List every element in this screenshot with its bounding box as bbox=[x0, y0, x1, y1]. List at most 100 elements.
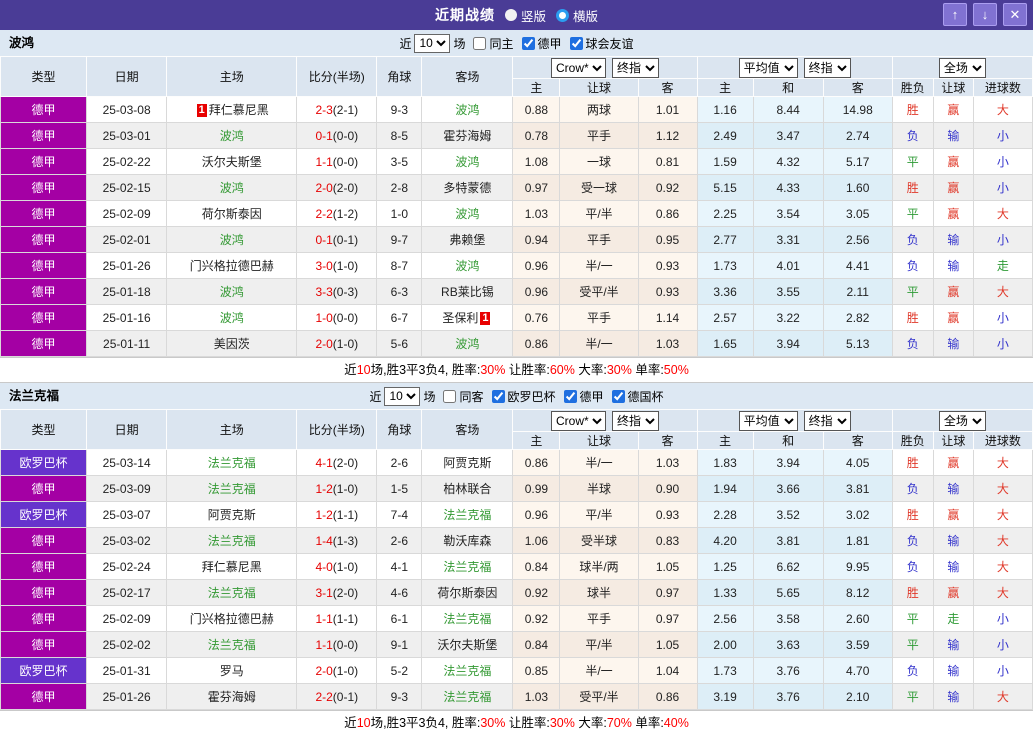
home-team-cell: 法兰克福 bbox=[167, 580, 297, 606]
corner-cell: 9-1 bbox=[377, 632, 422, 658]
away-odds-cell: 1.04 bbox=[638, 658, 697, 684]
radio-option-vertical[interactable]: 竖版 bbox=[505, 6, 546, 25]
score-cell: 4-0(1-0) bbox=[297, 554, 377, 580]
odds-time-select[interactable]: 终指 bbox=[612, 58, 659, 78]
home-odds-cell: 0.84 bbox=[513, 554, 560, 580]
move-up-button[interactable]: ↑ bbox=[943, 3, 967, 26]
avg-draw-cell: 4.01 bbox=[753, 253, 823, 279]
odds-company-select[interactable]: Crow* bbox=[551, 58, 606, 78]
summary-segment: 大率: bbox=[575, 716, 607, 730]
avg-away-cell: 2.74 bbox=[823, 123, 892, 149]
odds-time-select[interactable]: 终指 bbox=[612, 411, 659, 431]
move-down-button[interactable]: ↓ bbox=[973, 3, 997, 26]
away-team-name: 荷尔斯泰因 bbox=[437, 586, 497, 600]
summary-segment: 让胜率: bbox=[505, 716, 549, 730]
handicap-cell: 平手 bbox=[560, 123, 638, 149]
avg-home-cell: 2.25 bbox=[697, 201, 753, 227]
table-header: 类型日期主场比分(半场)角球客场Crow*终指平均值终指全场主让球客主和客胜负让… bbox=[1, 57, 1033, 97]
match-row: 欧罗巴杯25-03-14法兰克福4-1(2-0)2-6阿贾克斯0.86半/一1.… bbox=[1, 450, 1033, 476]
home-odds-cell: 0.92 bbox=[513, 606, 560, 632]
corner-cell: 4-6 bbox=[377, 580, 422, 606]
filter-checkbox-label: 同主 bbox=[489, 35, 513, 52]
odds-company-select[interactable]: Crow* bbox=[551, 411, 606, 431]
summary-segment: 10 bbox=[357, 363, 371, 377]
home-team-cell: 波鸿 bbox=[167, 123, 297, 149]
section-controls-row: 法兰克福近10场同客欧罗巴杯德甲德国杯 bbox=[0, 383, 1033, 409]
away-team-name: 波鸿 bbox=[455, 103, 479, 117]
col-header-corner: 角球 bbox=[377, 410, 422, 450]
away-team-name: 法兰克福 bbox=[443, 560, 491, 574]
goals-cell: 大 bbox=[973, 554, 1032, 580]
avg-away-cell: 2.11 bbox=[823, 279, 892, 305]
home-team-name: 拜仁慕尼黑 bbox=[202, 560, 262, 574]
date-cell: 25-01-11 bbox=[87, 331, 167, 357]
radio-option-horizontal[interactable]: 横版 bbox=[556, 6, 598, 25]
filter-checkbox-德甲[interactable] bbox=[522, 37, 535, 50]
close-button[interactable]: ✕ bbox=[1003, 3, 1027, 26]
matches-label: 场 bbox=[423, 388, 435, 405]
fulltime-score: 3-3 bbox=[315, 285, 332, 299]
fulltime-score: 1-0 bbox=[315, 311, 332, 325]
corner-cell: 6-1 bbox=[377, 606, 422, 632]
col-subheader-handicap: 让球 bbox=[560, 79, 638, 97]
average-select[interactable]: 平均值 bbox=[739, 411, 798, 431]
col-header-date: 日期 bbox=[87, 57, 167, 97]
summary-segment: 30% bbox=[480, 363, 505, 377]
league-cell: 德甲 bbox=[1, 123, 87, 149]
fulltime-score: 1-2 bbox=[315, 508, 332, 522]
filter-checkbox-德甲[interactable] bbox=[564, 390, 577, 403]
halftime-score: (0-0) bbox=[333, 311, 358, 325]
summary-segment: 场,胜3平3负4, 胜率: bbox=[371, 716, 481, 730]
summary-row: 近10场,胜3平3负4, 胜率:30% 让胜率:60% 大率:30% 单率:50… bbox=[0, 357, 1033, 383]
handicap-result-cell: 赢 bbox=[933, 175, 973, 201]
filter-checkbox-德国杯[interactable] bbox=[612, 390, 625, 403]
fulltime-score: 2-0 bbox=[315, 664, 332, 678]
avg-home-cell: 5.15 bbox=[697, 175, 753, 201]
home-team-name: 波鸿 bbox=[220, 233, 244, 247]
goals-cell: 大 bbox=[973, 580, 1032, 606]
halftime-score: (0-1) bbox=[333, 233, 358, 247]
filter-checkbox-同主[interactable] bbox=[473, 37, 486, 50]
match-row: 德甲25-02-24拜仁慕尼黑4-0(1-0)4-1法兰克福0.84球半/两1.… bbox=[1, 554, 1033, 580]
filter-checkbox-欧罗巴杯[interactable] bbox=[492, 390, 505, 403]
average-time-select[interactable]: 终指 bbox=[804, 58, 851, 78]
match-row: 德甲25-02-01波鸿0-1(0-1)9-7弗赖堡0.94平手0.952.77… bbox=[1, 227, 1033, 253]
fulltime-score: 0-1 bbox=[315, 233, 332, 247]
corner-cell: 1-0 bbox=[377, 201, 422, 227]
corner-cell: 2-6 bbox=[377, 528, 422, 554]
recent-count-select[interactable]: 10 bbox=[414, 34, 450, 53]
avg-home-cell: 3.19 bbox=[697, 684, 753, 710]
home-team-name: 阿贾克斯 bbox=[208, 508, 256, 522]
result-cell: 胜 bbox=[892, 97, 933, 123]
goals-cell: 大 bbox=[973, 279, 1032, 305]
average-time-select[interactable]: 终指 bbox=[804, 411, 851, 431]
away-team-cell: 波鸿 bbox=[422, 253, 513, 279]
league-cell: 德甲 bbox=[1, 227, 87, 253]
average-select[interactable]: 平均值 bbox=[739, 58, 798, 78]
recent-count-select[interactable]: 10 bbox=[384, 387, 420, 406]
away-team-cell: 波鸿 bbox=[422, 331, 513, 357]
col-header-away: 客场 bbox=[422, 410, 513, 450]
fulltime-select[interactable]: 全场 bbox=[939, 411, 986, 431]
fulltime-score: 2-2 bbox=[315, 207, 332, 221]
result-cell: 平 bbox=[892, 684, 933, 710]
fulltime-select[interactable]: 全场 bbox=[939, 58, 986, 78]
summary-segment: 40% bbox=[664, 716, 689, 730]
away-team-cell: 法兰克福 bbox=[422, 684, 513, 710]
home-team-cell: 拜仁慕尼黑 bbox=[167, 554, 297, 580]
away-team-name: 圣保利 bbox=[442, 311, 478, 325]
home-team-cell: 荷尔斯泰因 bbox=[167, 201, 297, 227]
goals-cell: 大 bbox=[973, 476, 1032, 502]
score-cell: 2-2(0-1) bbox=[297, 684, 377, 710]
avg-away-cell: 5.17 bbox=[823, 149, 892, 175]
match-row: 德甲25-01-26门兴格拉德巴赫3-0(1-0)8-7波鸿0.96半/一0.9… bbox=[1, 253, 1033, 279]
result-cell: 负 bbox=[892, 476, 933, 502]
filter-checkbox-球会友谊[interactable] bbox=[570, 37, 583, 50]
handicap-cell: 平手 bbox=[560, 305, 638, 331]
away-team-cell: 波鸿 bbox=[422, 97, 513, 123]
summary-segment: 30% bbox=[607, 363, 632, 377]
home-team-cell: 沃尔夫斯堡 bbox=[167, 149, 297, 175]
avg-home-cell: 1.94 bbox=[697, 476, 753, 502]
filter-checkbox-同客[interactable] bbox=[443, 390, 456, 403]
away-team-name: 法兰克福 bbox=[443, 612, 491, 626]
